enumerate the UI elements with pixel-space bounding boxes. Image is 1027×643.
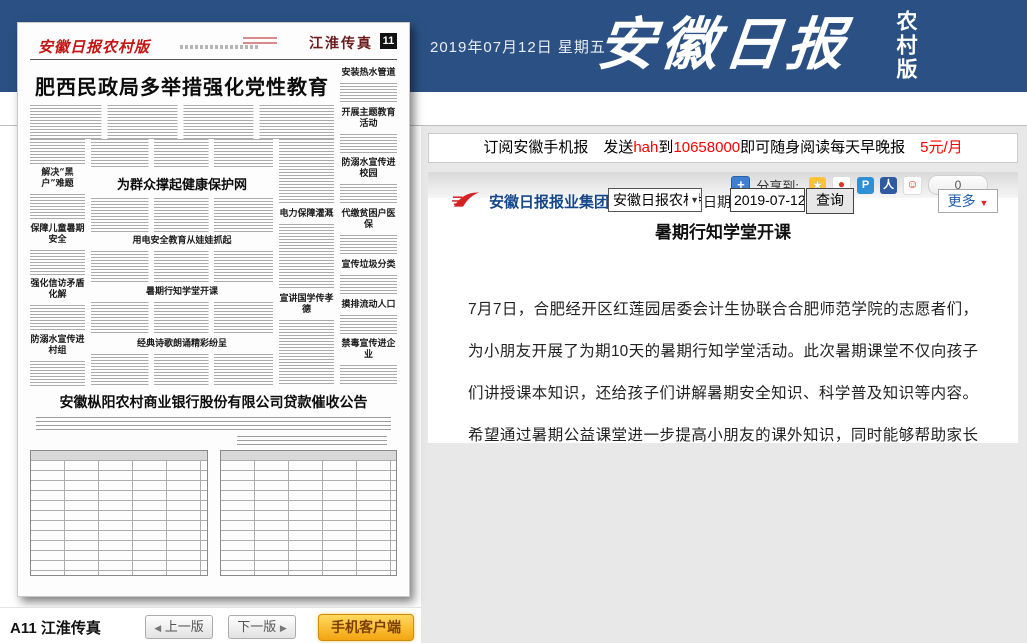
newspaper-subhead: 防溺水宣传进校园 [340, 158, 397, 180]
bank-notice-signature [237, 436, 387, 445]
newspaper-subhead: 解决“黑户”难题 [30, 168, 85, 190]
article-card: + 分享到: ★ ● P 人 ☺ 0 暑期行知学堂开课 7月7日，合肥经开区红莲… [428, 172, 1018, 443]
newspaper-body: 肥西民政局多举措强化党性教育 解决“黑户”难题 保障儿童暑期安全 强化信访矛盾化… [30, 64, 397, 386]
newsprint-text [279, 224, 334, 290]
newspaper-subhead: 电力保障灌溉 [279, 209, 334, 220]
renren-share-icon[interactable]: 人 [880, 177, 897, 194]
people-weibo-share-icon[interactable]: ☺ [903, 176, 922, 195]
tencent-weibo-share-icon[interactable]: P [857, 177, 874, 194]
newsprint-text [30, 305, 85, 330]
newspaper-subhead: 禁毒宣传进企业 [340, 339, 397, 361]
newspaper-subhead: 宣传垃圾分类 [340, 260, 397, 271]
more-button-label: 更多 [948, 193, 976, 209]
newspaper-subhead: 开展主题教育活动 [340, 108, 397, 130]
article-text: 7月7日，合肥经开区红莲园居委会计生协联合合肥师范学院的志愿者们，为小朋友开展了… [468, 289, 978, 443]
newspaper-section-title: 江淮传真 [309, 33, 373, 53]
newsprint-text [340, 275, 397, 296]
newsprint-text [91, 251, 273, 283]
newspaper-date-line [243, 37, 277, 47]
newsprint-text [279, 139, 334, 205]
date-label: 日期 [703, 192, 731, 212]
newspaper-subhead: 安装热水管道 [340, 68, 397, 79]
newspaper-column-1: 解决“黑户”难题 保障儿童暑期安全 强化信访矛盾化解 防溺水宣传进村组 [30, 139, 85, 386]
newsprint-text [36, 417, 391, 432]
newspaper-subhead: 用电安全教育从娃娃抓起 [91, 236, 273, 247]
newspaper-column-5: 电力保障灌溉 宣讲国学传孝德 [279, 139, 334, 386]
subscription-segment: 即可随身阅读每天早晚报 [740, 139, 920, 156]
prev-page-label: 上一版 [165, 619, 204, 634]
site-masthead-suffix: 农村版 [893, 10, 917, 82]
newsprint-text [91, 139, 273, 169]
loan-table-right [220, 450, 398, 576]
newspaper-masthead: 安徽日报农村版 [38, 36, 150, 57]
newspaper-columns: 解决“黑户”难题 保障儿童暑期安全 强化信访矛盾化解 防溺水宣传进村组 为群众撑… [30, 139, 334, 386]
more-button[interactable]: 更多 ▼ [938, 189, 998, 213]
bank-notice-headline: 安徽枞阳农村商业银行股份有限公司贷款催收公告 [30, 392, 397, 412]
newspaper-main-headline: 肥西民政局多举措强化党性教育 [30, 71, 334, 100]
page: 2019年07月12日 星期五 安徽日报 农村版 安徽日报报业集团报系: 安徽日… [0, 0, 1027, 643]
newspaper-subhead: 宣讲国学传孝德 [279, 294, 334, 316]
newsprint-text [30, 139, 85, 164]
newsprint-text [340, 235, 397, 256]
page-label: A11 江淮传真 [10, 617, 101, 638]
mobile-client-button[interactable]: 手机客户端 [318, 614, 414, 641]
newspaper-subhead: 为群众撑起健康保护网 [91, 174, 273, 193]
newsprint-text [340, 315, 397, 336]
subscription-code: hah [633, 139, 658, 156]
subscription-segment: 订阅安徽手机报 发送 [483, 139, 633, 156]
newsprint-text [279, 320, 334, 386]
newsprint-text [91, 302, 273, 334]
subscription-number: 10658000 [673, 139, 740, 156]
newsprint-text [30, 250, 85, 275]
header-date: 2019年07月12日 星期五 [430, 36, 606, 57]
masthead-divider [30, 59, 397, 60]
loan-table-left [30, 450, 208, 576]
newspaper-subhead: 强化信访矛盾化解 [30, 279, 85, 301]
newspaper-left-zone: 肥西民政局多举措强化党性教育 解决“黑户”难题 保障儿童暑期安全 强化信访矛盾化… [30, 64, 334, 386]
newspaper-center-zone: 为群众撑起健康保护网 用电安全教育从娃娃抓起 暑期行知学堂开课 经典诗歌朗诵精彩… [91, 139, 273, 386]
subscription-segment: 到 [658, 139, 673, 156]
newsprint-text [30, 105, 334, 139]
prev-page-button[interactable]: ◀ 上一版 [145, 615, 213, 639]
edition-select[interactable]: 安徽日报农村版 ▼ [608, 188, 702, 212]
bank-notice: 安徽枞阳农村商业银行股份有限公司贷款催收公告 [30, 392, 397, 576]
newsprint-text [340, 83, 397, 104]
article-body: 暑期行知学堂开课 7月7日，合肥经开区红莲园居委会计生协联合合肥师范学院的志愿者… [428, 198, 1018, 443]
newsprint-text [340, 184, 397, 205]
newsprint-text [340, 134, 397, 155]
next-page-label: 下一版 [237, 619, 276, 634]
newsprint-text [91, 198, 273, 232]
newsprint-text [30, 361, 85, 386]
newspaper-subhead: 代缴贫困户医保 [340, 209, 397, 231]
more-dropdown-icon: ▼ [979, 198, 988, 208]
newspaper-page-number: 11 [380, 33, 397, 49]
newsprint-text [30, 194, 85, 219]
next-page-button[interactable]: 下一版 ▶ [228, 615, 296, 639]
newspaper-subhead: 暑期行知学堂开课 [91, 287, 273, 298]
newspaper-subhead: 保障儿童暑期安全 [30, 224, 85, 246]
chevron-down-icon: ▼ [688, 189, 699, 211]
newspaper-subhead: 经典诗歌朗诵精彩纷呈 [91, 339, 273, 350]
date-input[interactable]: 2019-07-12 [730, 188, 805, 212]
subscription-banner: 订阅安徽手机报 发送hah到10658000即可随身阅读每天早晚报 5元/月 [428, 133, 1018, 163]
anhui-daily-logo-icon [451, 189, 481, 211]
subscription-price: 5元/月 [920, 139, 963, 156]
newspaper-masthead-row: 安徽日报农村版 江淮传真 11 [30, 32, 397, 58]
article-title: 暑期行知学堂开课 [428, 218, 1018, 243]
newspaper-subhead: 防溺水宣传进村组 [30, 335, 85, 357]
query-button[interactable]: 查询 [806, 188, 854, 214]
left-arrow-icon: ◀ [154, 623, 161, 633]
newsprint-text [91, 354, 273, 386]
newspaper-page-thumbnail[interactable]: 安徽日报农村版 江淮传真 11 肥西民政局多举措强化党性教育 解决“黑户”难题 … [17, 22, 410, 597]
right-arrow-icon: ▶ [280, 623, 287, 633]
newspaper-column-6: 安装热水管道 开展主题教育活动 防溺水宣传进校园 代缴贫困户医保 宣传垃圾分类 … [340, 64, 397, 386]
bank-notice-tables [30, 450, 397, 576]
site-masthead-logo: 安徽日报 [593, 2, 892, 88]
newspaper-subhead: 摸排流动人口 [340, 300, 397, 311]
footer-bar: A11 江淮传真 ◀ 上一版 下一版 ▶ 手机客户端 [0, 607, 421, 643]
newsprint-text [340, 365, 397, 386]
